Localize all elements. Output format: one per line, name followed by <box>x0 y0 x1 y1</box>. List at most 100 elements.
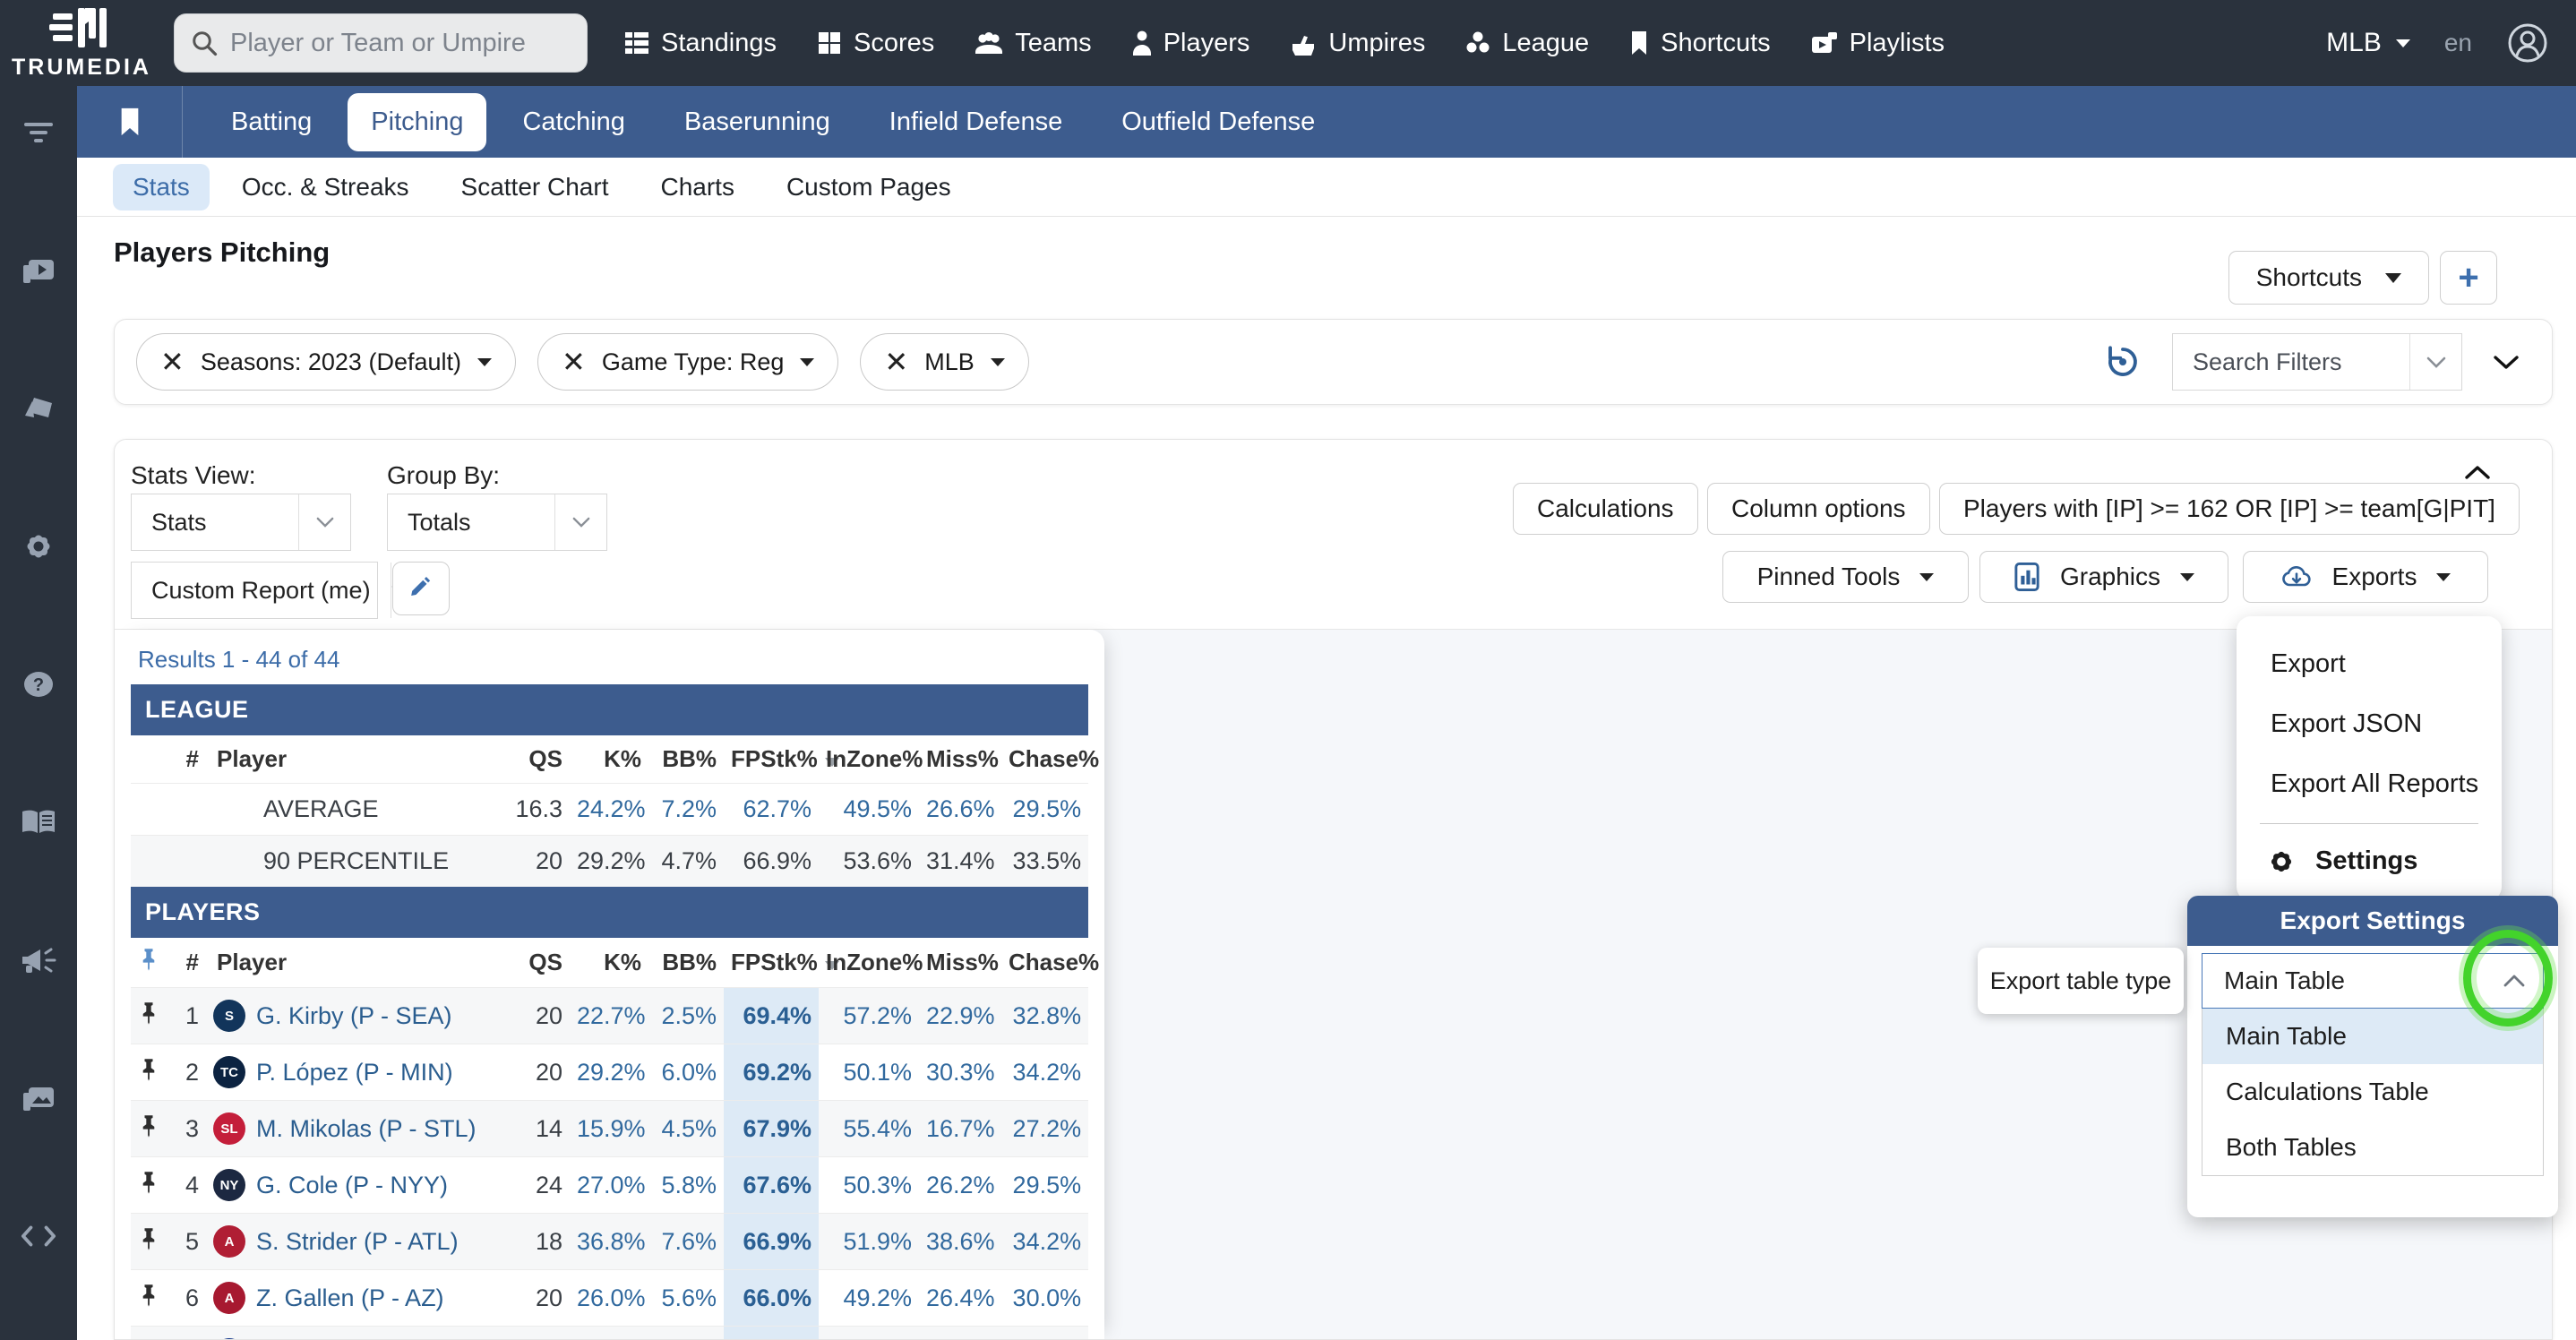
col-bb[interactable]: BB% <box>648 735 724 784</box>
account-avatar-icon[interactable] <box>2506 21 2549 64</box>
cloud-download-icon <box>2280 564 2313 589</box>
video-playlists-icon[interactable] <box>21 253 56 288</box>
option-main-table[interactable]: Main Table <box>2202 1009 2543 1064</box>
col-chase[interactable]: Chase% <box>1001 938 1088 988</box>
nav-item-umpires[interactable]: Umpires <box>1289 29 1425 58</box>
nav-item-league[interactable]: League <box>1464 29 1589 58</box>
tab-batting[interactable]: Batting <box>208 93 335 151</box>
chevron-up-icon[interactable] <box>2486 954 2543 1008</box>
menu-item-export-json[interactable]: Export JSON <box>2237 694 2502 754</box>
shortcuts-dropdown-button[interactable]: Shortcuts <box>2228 251 2429 305</box>
col-inzone[interactable]: InZone% <box>819 735 919 784</box>
nav-item-teams[interactable]: Teams <box>974 29 1091 58</box>
pin-row-button[interactable] <box>131 1327 167 1340</box>
graphics-dropdown[interactable]: Graphics <box>1979 551 2228 603</box>
global-search[interactable] <box>174 13 588 73</box>
help-icon[interactable]: ? <box>21 666 56 702</box>
pin-row-button[interactable] <box>131 1157 167 1214</box>
nav-item-players[interactable]: Players <box>1131 29 1250 58</box>
column-options-button[interactable]: Column options <box>1707 483 1930 535</box>
col-miss[interactable]: Miss% <box>919 735 1001 784</box>
col-k[interactable]: K% <box>570 735 648 784</box>
menu-item-export[interactable]: Export <box>2237 634 2502 694</box>
tab-outfield-defense[interactable]: Outfield Defense <box>1098 93 1338 151</box>
pinned-tools-dropdown[interactable]: Pinned Tools <box>1722 551 1969 603</box>
filter-icon[interactable] <box>21 115 56 150</box>
calculations-button[interactable]: Calculations <box>1513 483 1698 535</box>
tab-baserunning[interactable]: Baserunning <box>661 93 854 151</box>
exports-dropdown[interactable]: Exports <box>2243 551 2488 603</box>
player-name-link[interactable]: M. Mikolas (P - STL) <box>256 1115 477 1143</box>
tab-stats[interactable]: Stats <box>113 164 210 210</box>
col-qs[interactable]: QS <box>498 938 570 988</box>
menu-item-settings[interactable]: Settings <box>2237 833 2502 885</box>
tab-custom-pages[interactable]: Custom Pages <box>767 164 971 210</box>
trumedia-logo[interactable]: TRUMEDIA <box>14 6 149 81</box>
export-table-type-select[interactable]: Main Table <box>2202 953 2544 1009</box>
nav-item-scores[interactable]: Scores <box>816 29 934 58</box>
tab-scatter-chart[interactable]: Scatter Chart <box>442 164 629 210</box>
nav-item-standings[interactable]: Standings <box>623 29 777 58</box>
edit-report-button[interactable] <box>392 562 450 615</box>
col-qs[interactable]: QS <box>498 735 570 784</box>
col-player[interactable]: Player <box>206 735 498 784</box>
nav-item-playlists[interactable]: Playlists <box>1810 29 1945 58</box>
col-miss[interactable]: Miss% <box>919 938 1001 988</box>
spray-chart-icon[interactable] <box>21 391 56 426</box>
filter-chip-game-type[interactable]: ✕ Game Type: Reg <box>537 333 838 391</box>
col-rank[interactable]: # <box>167 735 206 784</box>
col-rank[interactable]: # <box>167 938 206 988</box>
option-both-tables[interactable]: Both Tables <box>2202 1120 2543 1175</box>
col-player[interactable]: Player <box>206 938 498 988</box>
bookmark-button[interactable] <box>77 86 183 158</box>
tab-infield-defense[interactable]: Infield Defense <box>866 93 1086 151</box>
search-input[interactable] <box>230 29 571 58</box>
col-chase[interactable]: Chase% <box>1001 735 1088 784</box>
custom-report-select[interactable]: Custom Report (me) <box>131 562 378 619</box>
menu-item-export-all-reports[interactable]: Export All Reports <box>2237 754 2502 814</box>
pin-row-button[interactable] <box>131 1044 167 1101</box>
player-name-link[interactable]: P. López (P - MIN) <box>256 1059 453 1087</box>
filter-chip-seasons[interactable]: ✕ Seasons: 2023 (Default) <box>136 333 516 391</box>
pin-row-button[interactable] <box>131 1101 167 1157</box>
remove-filter-icon[interactable]: ✕ <box>562 348 586 376</box>
col-fpstk-sorted[interactable]: FPStk% <box>724 735 819 784</box>
pin-all-column-header[interactable] <box>131 938 167 988</box>
col-fpstk-sorted[interactable]: FPStk% <box>724 938 819 988</box>
media-gallery-icon[interactable] <box>21 1080 56 1116</box>
tab-charts[interactable]: Charts <box>640 164 753 210</box>
col-inzone[interactable]: InZone% <box>819 938 919 988</box>
pin-row-button[interactable] <box>131 1270 167 1327</box>
option-calculations-table[interactable]: Calculations Table <box>2202 1064 2543 1120</box>
filter-chip-mlb[interactable]: ✕ MLB <box>860 333 1028 391</box>
stats-view-select[interactable]: Stats <box>131 494 351 551</box>
tab-catching[interactable]: Catching <box>499 93 648 151</box>
pin-row-button[interactable] <box>131 1214 167 1270</box>
glossary-book-icon[interactable] <box>21 804 56 840</box>
player-name-link[interactable]: G. Kirby (P - SEA) <box>256 1002 452 1030</box>
remove-filter-icon[interactable]: ✕ <box>160 348 185 376</box>
add-page-button[interactable]: + <box>2440 251 2497 305</box>
player-name-link[interactable]: Z. Gallen (P - AZ) <box>256 1284 444 1312</box>
group-by-select[interactable]: Totals <box>387 494 607 551</box>
filter-history-icon[interactable] <box>2104 343 2142 381</box>
tab-occ-streaks[interactable]: Occ. & Streaks <box>222 164 429 210</box>
announcements-megaphone-icon[interactable] <box>21 942 56 978</box>
league-selector[interactable]: MLB <box>2326 28 2410 58</box>
col-bb[interactable]: BB% <box>648 938 724 988</box>
pin-row-button[interactable] <box>131 988 167 1044</box>
search-filters-select[interactable]: Search Filters <box>2172 333 2462 391</box>
player-name-link[interactable]: G. Cole (P - NYY) <box>256 1172 448 1199</box>
remove-filter-icon[interactable]: ✕ <box>884 348 908 376</box>
player-name-link[interactable]: S. Strider (P - ATL) <box>256 1228 459 1256</box>
language-switcher[interactable]: en <box>2444 29 2472 57</box>
row-filter-expression-button[interactable]: Players with [IP] >= 162 OR [IP] >= team… <box>1939 483 2520 535</box>
filter-bar: ✕ Seasons: 2023 (Default) ✕ Game Type: R… <box>114 319 2553 405</box>
nav-item-shortcuts[interactable]: Shortcuts <box>1628 29 1771 58</box>
collapse-filters-chevron-icon[interactable] <box>2493 355 2520 370</box>
settings-gear-icon[interactable] <box>21 528 56 564</box>
col-k[interactable]: K% <box>570 938 648 988</box>
tab-pitching[interactable]: Pitching <box>348 93 486 151</box>
collapse-controls-chevron-icon[interactable] <box>2464 465 2491 480</box>
embed-code-icon[interactable] <box>21 1218 56 1254</box>
